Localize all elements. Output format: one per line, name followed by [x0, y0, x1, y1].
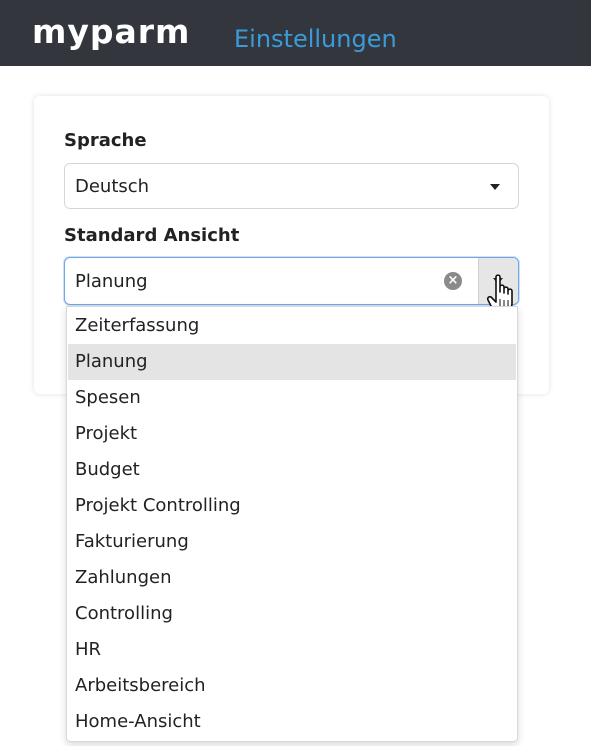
clear-icon[interactable]: ×: [444, 272, 462, 290]
page-title: Einstellungen: [234, 25, 397, 53]
dropdown-option-budget[interactable]: Budget: [68, 452, 516, 488]
dropdown-option-spesen[interactable]: Spesen: [68, 380, 516, 416]
top-bar: myparm Einstellungen: [0, 0, 591, 66]
chevron-down-icon: [490, 184, 500, 190]
default-view-dropdown: Zeiterfassung Planung Spesen Projekt Bud…: [66, 306, 518, 742]
dropdown-option-controlling[interactable]: Controlling: [68, 596, 516, 632]
language-select-value: Deutsch: [75, 175, 150, 197]
dropdown-option-zeiterfassung[interactable]: Zeiterfassung: [68, 308, 516, 344]
default-view-select-value: Planung: [75, 270, 148, 292]
myparm-logo[interactable]: myparm: [32, 14, 190, 50]
dropdown-option-fakturierung[interactable]: Fakturierung: [68, 524, 516, 560]
dropdown-option-planung[interactable]: Planung: [68, 344, 516, 380]
language-select[interactable]: Deutsch: [64, 163, 519, 209]
dropdown-option-projekt[interactable]: Projekt: [68, 416, 516, 452]
dropdown-option-hr[interactable]: HR: [68, 632, 516, 668]
dropdown-option-home-ansicht[interactable]: Home-Ansicht: [68, 704, 516, 740]
default-view-label: Standard Ansicht: [64, 225, 240, 246]
default-view-select[interactable]: Planung ×: [64, 257, 519, 305]
dropdown-option-projekt-controlling[interactable]: Projekt Controlling: [68, 488, 516, 524]
dropdown-option-arbeitsbereich[interactable]: Arbeitsbereich: [68, 668, 516, 704]
dropdown-option-zahlungen[interactable]: Zahlungen: [68, 560, 516, 596]
language-label: Sprache: [64, 130, 147, 151]
